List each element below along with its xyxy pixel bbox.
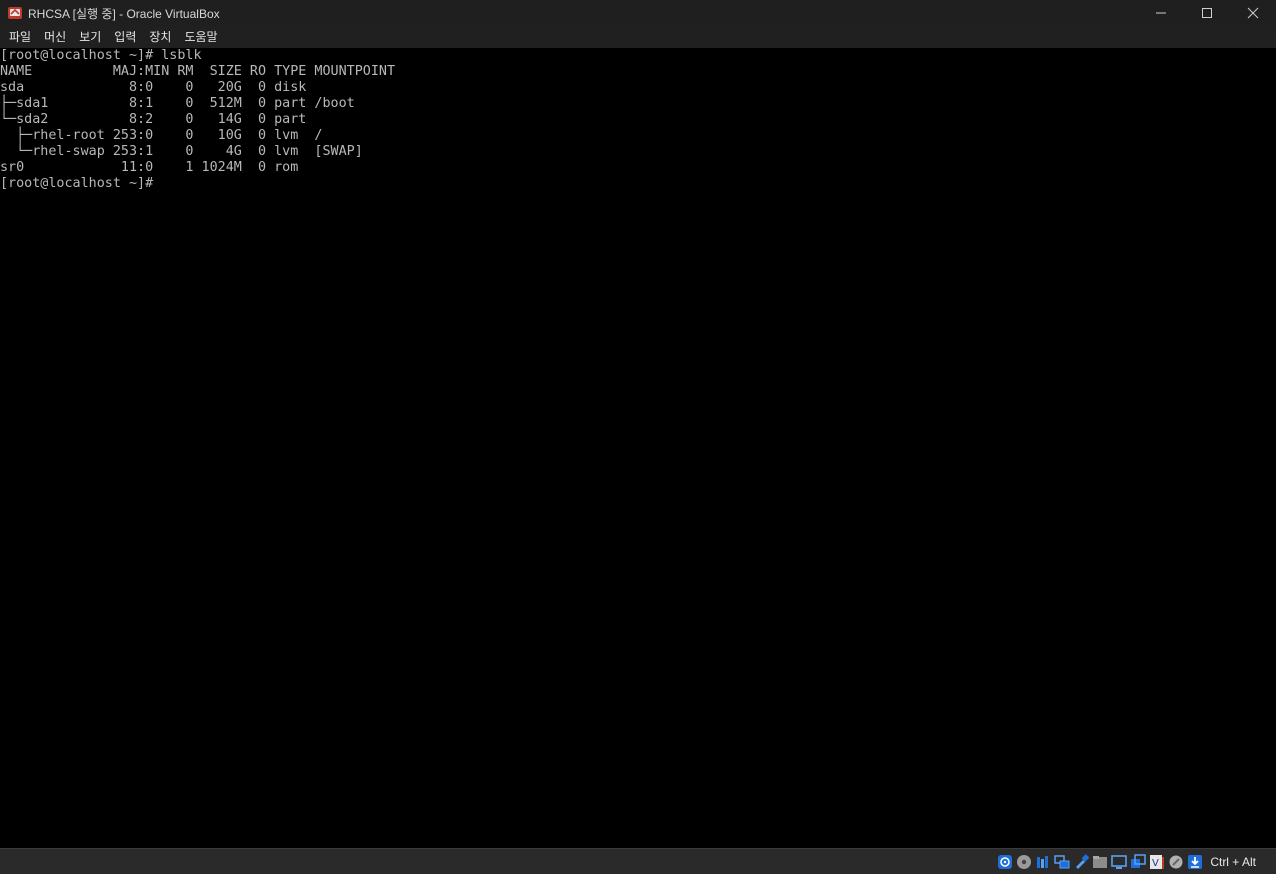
maximize-button[interactable] [1184,0,1230,26]
console-line-rhel-swap: └─rhel-swap 253:1 0 4G 0 lvm [SWAP] [0,144,363,159]
usb-icon[interactable] [1073,854,1090,870]
network-icon[interactable] [1054,854,1070,870]
minimize-button[interactable] [1138,0,1184,26]
window-title: RHCSA [실행 중] - Oracle VirtualBox [28,6,220,21]
console-line-sr0: sr0 11:0 1 1024M 0 rom [0,160,299,175]
window-controls [1138,0,1276,26]
close-icon [1247,7,1259,19]
status-bar: V Ctrl + Alt [0,848,1276,874]
optical-drive-icon[interactable] [1016,854,1032,870]
console-line-sda2: └─sda2 8:2 0 14G 0 part [0,112,307,127]
console-line-sda: sda 8:0 0 20G 0 disk [0,80,307,95]
host-key-label[interactable]: Ctrl + Alt [1210,855,1256,869]
console-line-sda1: ├─sda1 8:1 0 512M 0 part /boot [0,96,355,111]
menu-input[interactable]: 입력 [108,26,142,48]
audio-icon[interactable] [1035,854,1051,870]
shared-folders-icon[interactable] [1092,854,1108,870]
console-line-header: NAME MAJ:MIN RM SIZE RO TYPE MOUNTPOINT [0,64,396,79]
minimize-icon [1156,12,1166,14]
vm-console-screen[interactable]: [root@localhost ~]# lsblk NAME MAJ:MIN R… [0,48,1276,848]
virtualbox-window: RHCSA [실행 중] - Oracle VirtualBox 파일 머신 보… [0,0,1276,874]
console-line-rhel-root: ├─rhel-root 253:0 0 10G 0 lvm / [0,128,323,143]
video-capture-icon[interactable] [1130,854,1147,870]
virtualization-icon[interactable]: V [1149,854,1165,870]
title-bar[interactable]: RHCSA [실행 중] - Oracle VirtualBox [0,0,1276,26]
menu-machine[interactable]: 머신 [38,26,72,48]
display-icon[interactable] [1111,854,1128,870]
mouse-integration-icon[interactable] [1168,854,1184,870]
menu-view[interactable]: 보기 [73,26,107,48]
hard-disk-icon[interactable] [997,854,1013,870]
menu-bar: 파일 머신 보기 입력 장치 도움말 [0,26,1276,48]
virtualbox-icon [7,5,23,21]
menu-devices[interactable]: 장치 [143,26,177,48]
keyboard-capture-icon[interactable] [1187,854,1203,870]
console-line-prompt-command: [root@localhost ~]# lsblk [0,48,202,63]
status-icons: V Ctrl + Alt [997,852,1276,872]
menu-help[interactable]: 도움말 [178,26,223,48]
svg-text:V: V [1152,858,1159,869]
maximize-icon [1202,8,1212,18]
menu-file[interactable]: 파일 [3,26,37,48]
close-button[interactable] [1230,0,1276,26]
console-line-prompt: [root@localhost ~]# [0,176,154,191]
